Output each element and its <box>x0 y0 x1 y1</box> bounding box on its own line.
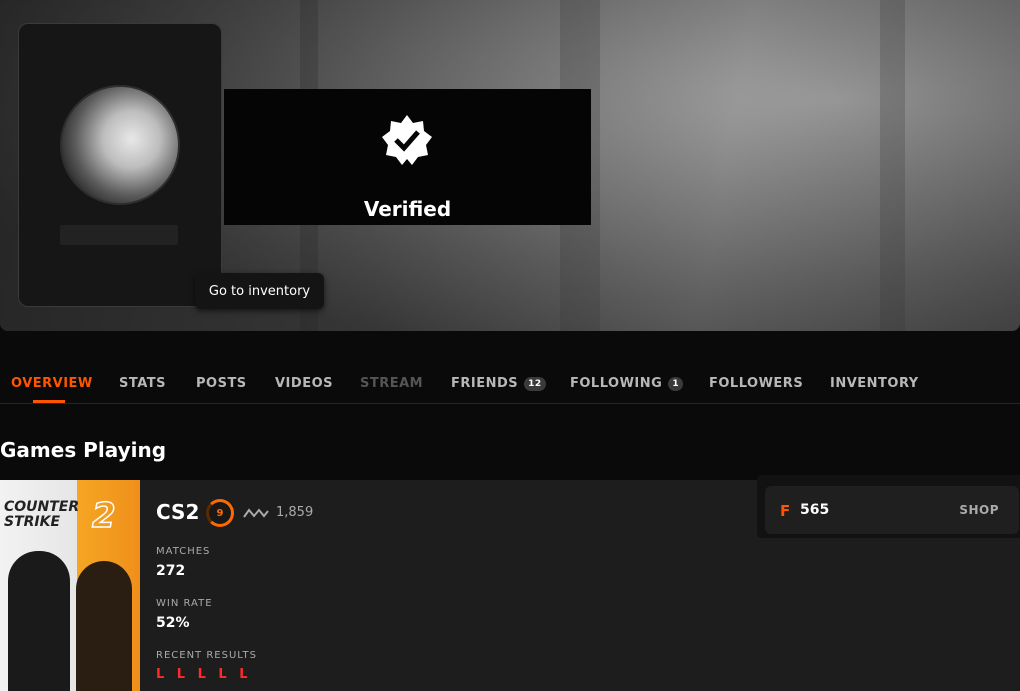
elo-chart-icon <box>243 508 269 518</box>
points-shop-panel: F 565 SHOP <box>757 475 1020 538</box>
active-tab-indicator <box>33 400 65 403</box>
tab-label: POSTS <box>196 376 247 391</box>
points-shop-bar: F 565 SHOP <box>765 486 1019 534</box>
tab-label: INVENTORY <box>830 376 919 391</box>
tab-following[interactable]: FOLLOWING 1 <box>570 376 684 391</box>
verified-panel: Verified <box>224 89 591 225</box>
cover-figure <box>8 551 70 691</box>
tab-label: OVERVIEW <box>11 376 93 391</box>
tab-label: FOLLOWING <box>570 376 663 391</box>
avatar[interactable] <box>60 85 180 205</box>
points-icon: F <box>780 502 791 520</box>
recent-results: L L L L L <box>156 667 252 682</box>
matches-label: MATCHES <box>156 546 211 557</box>
tab-stream: STREAM <box>360 376 423 391</box>
shop-button[interactable]: SHOP <box>959 503 999 517</box>
tab-videos[interactable]: VIDEOS <box>275 376 333 391</box>
cover-logo-line: STRIKE <box>4 514 61 530</box>
following-count-badge: 1 <box>668 376 684 391</box>
verified-label: Verified <box>363 197 452 221</box>
go-to-inventory-tooltip[interactable]: Go to inventory <box>195 273 324 309</box>
tab-label: STATS <box>119 376 167 391</box>
profile-card[interactable] <box>18 23 222 307</box>
win-rate-label: WIN RATE <box>156 598 213 609</box>
tab-overview[interactable]: OVERVIEW <box>11 376 93 391</box>
verified-badge-icon <box>382 115 432 165</box>
points-balance: 565 <box>800 502 830 518</box>
elo-value: 1,859 <box>276 505 314 520</box>
tab-label: FRIENDS <box>451 376 519 391</box>
tab-label: STREAM <box>360 376 424 391</box>
game-cover-art: COUNTER STRIKE 2 <box>0 480 140 691</box>
cover-logo-text: COUNTER STRIKE <box>4 500 79 530</box>
skill-level-badge: 9 <box>206 499 234 527</box>
tab-followers[interactable]: FOLLOWERS <box>709 376 803 391</box>
profile-nav: OVERVIEW STATS POSTS VIDEOS STREAM FRIEN… <box>0 362 1020 404</box>
cover-figure <box>76 561 132 691</box>
recent-results-label: RECENT RESULTS <box>156 650 257 661</box>
cover-logo-line: COUNTER <box>4 499 80 515</box>
game-name[interactable]: CS2 <box>156 500 199 524</box>
friends-count-badge: 12 <box>524 376 546 391</box>
section-title: Games Playing <box>0 438 167 462</box>
win-rate-value: 52% <box>156 615 190 631</box>
tab-inventory[interactable]: INVENTORY <box>830 376 919 391</box>
tab-label: VIDEOS <box>275 376 333 391</box>
tab-posts[interactable]: POSTS <box>196 376 247 391</box>
matches-value: 272 <box>156 563 186 579</box>
tab-friends[interactable]: FRIENDS 12 <box>451 376 546 391</box>
tab-stats[interactable]: STATS <box>119 376 166 391</box>
tab-label: FOLLOWERS <box>709 376 804 391</box>
nickname-placeholder <box>60 225 178 245</box>
cover-logo-number: 2 <box>91 495 116 537</box>
